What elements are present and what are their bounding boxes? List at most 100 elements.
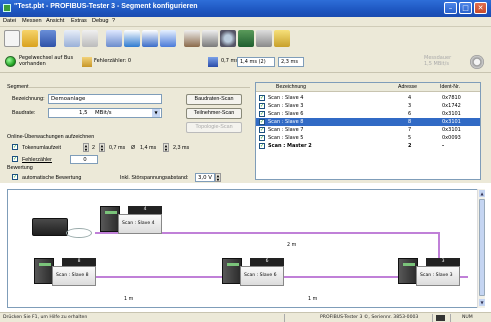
bus-cable-right-drop bbox=[438, 232, 440, 250]
segment-length-label: 2 m bbox=[287, 243, 297, 248]
noise-spinner[interactable]: ▲ ▼ bbox=[215, 173, 221, 182]
segment-group-divider bbox=[28, 87, 250, 88]
error-counter-field[interactable]: 0 bbox=[70, 155, 98, 164]
chart-icon[interactable] bbox=[124, 30, 140, 47]
table-row[interactable]: ✓ Scan : Slave 7 7 0x3101 bbox=[256, 126, 480, 134]
row-ident: 0x3101 bbox=[442, 111, 461, 117]
print-preview-icon[interactable] bbox=[64, 30, 80, 47]
slave-node[interactable]: 6 Scan : Slave 6 bbox=[222, 258, 288, 290]
slave-address-tag: 8 bbox=[62, 258, 96, 266]
maximize-button[interactable]: □ bbox=[459, 2, 472, 14]
network-icon[interactable] bbox=[238, 30, 254, 47]
status-num: NUM bbox=[462, 315, 473, 320]
menu-datei[interactable]: Datei bbox=[3, 18, 16, 24]
tools-icon[interactable] bbox=[256, 30, 272, 47]
status-help-text: Drücken Sie F1, um Hilfe zu erhalten bbox=[3, 315, 88, 320]
scroll-down-icon[interactable]: ▼ bbox=[479, 299, 485, 306]
tester-cable bbox=[66, 228, 92, 238]
open-folder-icon[interactable] bbox=[22, 30, 38, 47]
slave-name: Scan : Slave 6 bbox=[244, 273, 277, 278]
new-file-icon[interactable] bbox=[4, 30, 20, 47]
token-checkbox[interactable]: ✓ bbox=[12, 144, 18, 150]
slave-node[interactable]: 3 Scan : Slave 3 bbox=[398, 258, 464, 290]
segment-length-label: 1 m bbox=[124, 297, 134, 302]
row-checkbox[interactable]: ✓ bbox=[259, 127, 265, 133]
row-checkbox[interactable]: ✓ bbox=[259, 103, 265, 109]
table-row[interactable]: ✓ Scan : Slave 5 5 0x0093 bbox=[256, 134, 480, 142]
baud-value: 1,5 bbox=[79, 110, 88, 116]
slave-device-icon bbox=[100, 206, 120, 232]
measure-icon[interactable] bbox=[106, 30, 122, 47]
col-name-header[interactable]: Bezeichnung bbox=[276, 84, 306, 90]
close-button[interactable]: ✕ bbox=[474, 2, 487, 14]
baud-select[interactable]: 1,5 MBit/s ▼ bbox=[48, 108, 162, 118]
baud-unit: MBit/s bbox=[95, 110, 112, 116]
name-input[interactable]: Demoanlage bbox=[48, 94, 162, 104]
menu-help[interactable]: ? bbox=[112, 18, 115, 24]
menu-extras[interactable]: Extras bbox=[71, 18, 87, 24]
row-checkbox[interactable]: ✓ bbox=[259, 135, 265, 141]
col-ident-header[interactable]: Ident-Nr. bbox=[440, 84, 460, 90]
slave-node[interactable]: 8 Scan : Slave 8 bbox=[34, 258, 100, 290]
topology-scan-button[interactable]: Topologie-Scan bbox=[186, 122, 242, 133]
scroll-thumb[interactable] bbox=[479, 199, 485, 296]
token-avg: 1,4 ms bbox=[140, 145, 157, 151]
slave-node[interactable]: 4 Scan : Slave 4 bbox=[100, 206, 166, 238]
chevron-down-icon[interactable]: ▼ bbox=[152, 109, 160, 117]
row-checkbox[interactable]: ✓ bbox=[259, 111, 265, 117]
table-row-selected[interactable]: ✓ Scan : Slave 8 8 0x3101 bbox=[256, 118, 480, 126]
row-address: 5 bbox=[408, 135, 412, 141]
table-row[interactable]: ✓ Scan : Slave 6 6 0x3101 bbox=[256, 110, 480, 118]
row-checkbox[interactable]: ✓ bbox=[259, 95, 265, 101]
token-time-avg: 1,4 ms (2) bbox=[237, 57, 275, 67]
token-time-min: 0,7 ms bbox=[221, 58, 239, 64]
settings-gear-icon[interactable] bbox=[470, 55, 484, 69]
scroll-up-icon[interactable]: ▲ bbox=[479, 190, 485, 197]
participant-scan-button[interactable]: Teilnehmer-Scan bbox=[186, 108, 242, 119]
auto-evaluation-checkbox[interactable]: ✓ bbox=[12, 174, 18, 180]
row-checkbox[interactable]: ✓ bbox=[259, 143, 265, 149]
menu-messen[interactable]: Messen bbox=[22, 18, 42, 24]
diagram-scrollbar[interactable]: ▲ ▼ bbox=[477, 189, 485, 308]
slave-address-tag: 4 bbox=[128, 206, 162, 214]
table-row[interactable]: ✓ Scan : Slave 4 4 0x7810 bbox=[256, 94, 480, 102]
bus-status-led-icon bbox=[5, 56, 16, 67]
row-checkbox[interactable]: ✓ bbox=[259, 119, 265, 125]
table-row[interactable]: ✓ Scan : Slave 3 3 0x1742 bbox=[256, 102, 480, 110]
save-icon[interactable] bbox=[40, 30, 56, 47]
topology-icon[interactable] bbox=[160, 30, 176, 47]
row-name: Scan : Slave 6 bbox=[268, 111, 304, 117]
probe-icon[interactable] bbox=[184, 30, 200, 47]
bus-status-text-2: vorhanden bbox=[19, 61, 46, 67]
tester-device-icon[interactable] bbox=[32, 218, 68, 236]
minimize-button[interactable]: – bbox=[444, 2, 457, 14]
signal-icon[interactable] bbox=[202, 30, 218, 47]
token-count-spinner[interactable]: ▲ ▼ bbox=[83, 143, 89, 152]
noise-field[interactable]: 3,0 V bbox=[195, 173, 215, 182]
baud-scan-button[interactable]: Baudraten-Scan bbox=[186, 94, 242, 105]
row-address: 7 bbox=[408, 127, 412, 133]
token-min-spinner[interactable]: ▲ ▼ bbox=[99, 143, 105, 152]
error-counter-status: Fehlerzähler: 0 bbox=[94, 58, 132, 64]
row-ident: - bbox=[442, 143, 445, 149]
wizard-icon[interactable] bbox=[274, 30, 290, 47]
error-counter-checkbox[interactable]: ✓ bbox=[12, 156, 18, 162]
row-ident: 0x1742 bbox=[442, 103, 461, 109]
slave-device-icon bbox=[398, 258, 418, 284]
token-max-spinner[interactable]: ▲ ▼ bbox=[163, 143, 169, 152]
col-address-header[interactable]: Adresse bbox=[398, 84, 417, 90]
slave-address-tag: 3 bbox=[426, 258, 460, 266]
segment-group-label: Segment bbox=[7, 84, 29, 90]
menu-ansicht[interactable]: Ansicht bbox=[46, 18, 64, 24]
oscilloscope-icon[interactable] bbox=[220, 30, 236, 47]
baud-label: Baudrate: bbox=[12, 110, 36, 116]
statistics-icon[interactable] bbox=[142, 30, 158, 47]
table-row[interactable]: ✓ Scan : Master 2 2 - bbox=[256, 142, 480, 150]
token-min: 0,7 ms bbox=[109, 145, 126, 151]
row-address: 6 bbox=[408, 111, 412, 117]
row-name: Scan : Slave 5 bbox=[268, 135, 304, 141]
print-icon[interactable] bbox=[82, 30, 98, 47]
segment-length-label: 1 m bbox=[308, 297, 318, 302]
row-address: 2 bbox=[408, 143, 412, 149]
menu-debug[interactable]: Debug bbox=[92, 18, 108, 24]
